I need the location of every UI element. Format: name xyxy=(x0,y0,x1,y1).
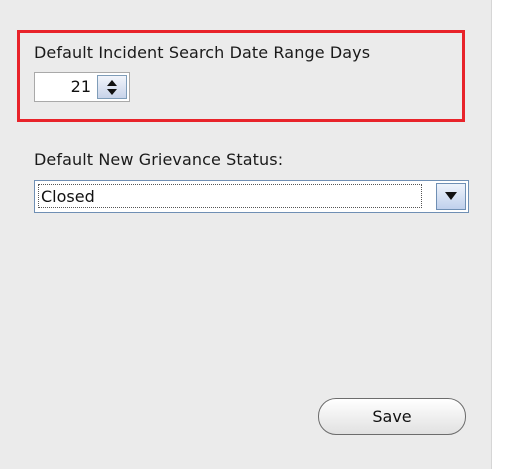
grievance-status-label: Default New Grievance Status: xyxy=(34,150,284,169)
grievance-status-select[interactable]: Closed xyxy=(34,180,469,213)
up-down-arrows-icon[interactable] xyxy=(106,79,118,96)
grievance-status-value[interactable]: Closed xyxy=(38,184,422,208)
search-range-value[interactable]: 21 xyxy=(71,77,91,96)
search-range-spinner[interactable]: 21 xyxy=(34,72,130,102)
dropdown-button[interactable] xyxy=(436,183,466,210)
settings-panel: Default Incident Search Date Range Days … xyxy=(0,0,492,469)
save-button[interactable]: Save xyxy=(318,398,466,435)
chevron-down-icon[interactable] xyxy=(445,192,457,201)
spinner-button[interactable] xyxy=(97,75,127,99)
search-range-label: Default Incident Search Date Range Days xyxy=(34,43,371,62)
